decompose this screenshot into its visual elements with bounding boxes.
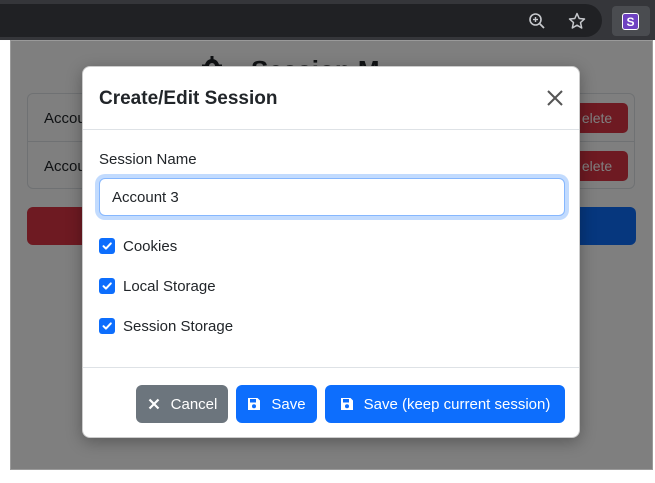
checkbox-label[interactable]: Session Storage [123,318,233,335]
save-keep-label: Save (keep current session) [363,395,551,413]
address-bar[interactable] [0,4,602,37]
modal-footer: Cancel Save Save (keep current session) [83,367,579,438]
checkbox-label[interactable]: Local Storage [123,278,216,295]
session-name-label: Session Name [99,151,197,168]
bookmark-star-icon[interactable] [568,12,586,30]
save-label: Save [271,395,306,413]
browser-toolbar: S [0,0,655,40]
floppy-disk-icon [248,398,261,410]
session-name-input[interactable] [99,178,565,216]
local-storage-checkbox[interactable]: Local Storage [99,276,216,296]
checkbox-checked-icon[interactable] [99,278,115,294]
session-storage-checkbox[interactable]: Session Storage [99,316,233,336]
checkbox-checked-icon[interactable] [99,318,115,334]
extension-button[interactable]: S [612,6,650,36]
zoom-icon[interactable] [528,12,546,30]
modal-header: Create/Edit Session [83,67,579,130]
checkbox-label[interactable]: Cookies [123,238,177,255]
extension-logo-icon: S [622,13,639,30]
checkbox-checked-icon[interactable] [99,238,115,254]
cookies-checkbox[interactable]: Cookies [99,236,177,256]
session-modal: Create/Edit Session Session Name Cookies… [82,66,580,438]
close-icon[interactable] [545,88,565,108]
x-icon [148,398,159,410]
save-keep-session-button[interactable]: Save (keep current session) [325,385,565,423]
save-button[interactable]: Save [236,385,317,423]
modal-body: Session Name Cookies Local Storage Sessi… [83,131,579,367]
cancel-label: Cancel [170,395,218,413]
modal-title: Create/Edit Session [99,88,278,109]
cancel-button[interactable]: Cancel [136,385,228,423]
floppy-disk-icon [340,398,353,410]
